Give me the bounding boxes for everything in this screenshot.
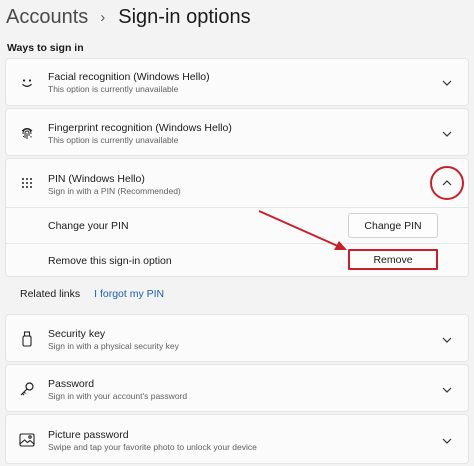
chevron-down-icon[interactable] bbox=[440, 333, 454, 347]
breadcrumb-accounts[interactable]: Accounts bbox=[6, 6, 88, 29]
chevron-down-icon[interactable] bbox=[440, 76, 454, 90]
picture-icon bbox=[16, 429, 38, 451]
chevron-down-icon[interactable] bbox=[440, 434, 454, 448]
related-links: Related links I forgot my PIN bbox=[20, 288, 164, 300]
chevron-up-icon[interactable] bbox=[440, 176, 454, 190]
remove-pin-label: Remove this sign-in option bbox=[48, 255, 172, 267]
breadcrumb-separator-icon: › bbox=[100, 8, 106, 26]
option-subtitle: Sign in with your account's password bbox=[48, 391, 188, 401]
breadcrumb: Accounts › Sign-in options bbox=[6, 2, 251, 32]
option-title: Security key bbox=[48, 328, 106, 340]
chevron-down-icon[interactable] bbox=[440, 127, 454, 141]
option-title: Picture password bbox=[48, 429, 129, 441]
divider bbox=[6, 243, 468, 244]
remove-pin-button[interactable]: Remove bbox=[348, 249, 438, 270]
option-facial-recognition[interactable]: Facial recognition (Windows Hello) This … bbox=[5, 58, 469, 106]
option-security-key[interactable]: Security key Sign in with a physical sec… bbox=[5, 314, 469, 362]
option-pin: PIN (Windows Hello) Sign in with a PIN (… bbox=[5, 158, 469, 277]
option-subtitle: Sign in with a PIN (Recommended) bbox=[48, 186, 181, 196]
forgot-pin-link[interactable]: I forgot my PIN bbox=[94, 288, 164, 300]
smile-icon bbox=[16, 72, 38, 94]
usb-key-icon bbox=[16, 328, 38, 350]
change-pin-label: Change your PIN bbox=[48, 220, 129, 232]
option-subtitle: This option is currently unavailable bbox=[48, 84, 179, 94]
page-title: Sign-in options bbox=[118, 5, 251, 28]
option-subtitle: Swipe and tap your favorite photo to unl… bbox=[48, 442, 257, 452]
fingerprint-icon bbox=[16, 122, 38, 144]
option-picture-password[interactable]: Picture password Swipe and tap your favo… bbox=[5, 414, 469, 464]
option-title: Facial recognition (Windows Hello) bbox=[48, 71, 210, 83]
chevron-down-icon[interactable] bbox=[440, 383, 454, 397]
keypad-icon bbox=[16, 172, 38, 194]
option-title: Fingerprint recognition (Windows Hello) bbox=[48, 122, 232, 134]
option-title: PIN (Windows Hello) bbox=[48, 173, 145, 185]
related-links-label: Related links bbox=[20, 288, 81, 300]
key-icon bbox=[16, 378, 38, 400]
option-subtitle: This option is currently unavailable bbox=[48, 135, 179, 145]
option-fingerprint-recognition[interactable]: Fingerprint recognition (Windows Hello) … bbox=[5, 108, 469, 156]
option-title: Password bbox=[48, 378, 95, 390]
divider bbox=[6, 207, 468, 208]
option-subtitle: Sign in with a physical security key bbox=[48, 341, 179, 351]
option-password[interactable]: Password Sign in with your account's pas… bbox=[5, 364, 469, 412]
change-pin-button[interactable]: Change PIN bbox=[348, 213, 438, 238]
section-title: Ways to sign in bbox=[7, 42, 84, 54]
